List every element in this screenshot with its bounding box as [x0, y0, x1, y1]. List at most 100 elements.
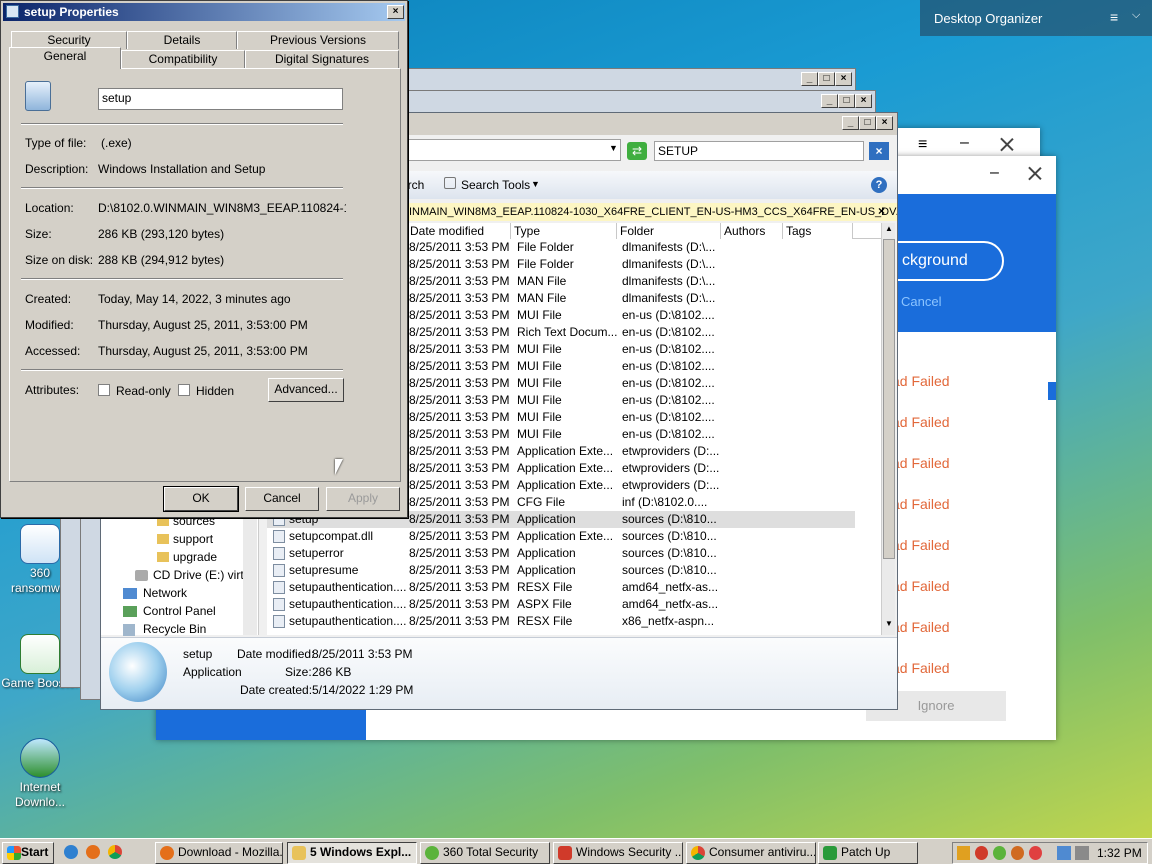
- maximize-button[interactable]: □: [818, 72, 835, 86]
- tray-block-icon[interactable]: [1029, 846, 1042, 860]
- clear-search-icon[interactable]: ×: [869, 142, 889, 160]
- scroll-thumb[interactable]: [883, 239, 895, 559]
- desktop-icon-internet-download[interactable]: Internet Downlo...: [0, 738, 80, 810]
- ie-quicklaunch-icon[interactable]: [64, 845, 78, 859]
- details-name: setup: [183, 647, 213, 661]
- clock[interactable]: 1:32 PM: [1097, 846, 1142, 860]
- nav-item-support[interactable]: support: [157, 532, 213, 546]
- tray-360-icon[interactable]: [993, 846, 1006, 860]
- search-input[interactable]: SETUP: [654, 141, 864, 161]
- column-folder[interactable]: Folder: [617, 223, 721, 239]
- type-of-file-value: (.exe): [101, 136, 132, 150]
- column-tags[interactable]: Tags: [783, 223, 853, 239]
- tray-volume-muted-icon[interactable]: [1075, 846, 1089, 860]
- help-icon[interactable]: ?: [871, 177, 887, 193]
- taskbar-button-windows-security[interactable]: Windows Security ...: [553, 842, 683, 864]
- column-authors[interactable]: Authors: [721, 223, 783, 239]
- scroll-indicator[interactable]: [1048, 382, 1056, 400]
- tab-previous-versions[interactable]: Previous Versions: [237, 31, 399, 49]
- refresh-icon[interactable]: ⇄: [627, 142, 647, 160]
- hidden-label[interactable]: Hidden: [196, 384, 234, 398]
- modified-label: Modified:: [25, 318, 74, 332]
- close-button[interactable]: ×: [855, 94, 872, 108]
- maximize-button[interactable]: □: [859, 116, 876, 130]
- tray-shield-icon[interactable]: [957, 846, 970, 860]
- file-type: MAN File: [517, 291, 567, 305]
- cancel-link[interactable]: Cancel: [901, 294, 941, 309]
- created-label: Created:: [25, 292, 72, 306]
- minimize-button[interactable]: _: [801, 72, 818, 86]
- details-date-modified: 8/25/2011 3:53 PM: [312, 647, 413, 661]
- column-type[interactable]: Type: [511, 223, 617, 239]
- nav-item-upgrade[interactable]: upgrade: [157, 550, 217, 564]
- nav-item-network[interactable]: Network: [123, 586, 187, 600]
- advanced-button[interactable]: Advanced...: [268, 378, 344, 402]
- close-icon[interactable]: [1028, 166, 1042, 180]
- start-button[interactable]: Start: [2, 842, 54, 864]
- properties-dialog[interactable]: setup Properties × Security Details Prev…: [0, 0, 408, 518]
- accessed-value: Thursday, August 25, 2011, 3:53:00 PM: [98, 344, 308, 358]
- table-row[interactable]: setupauthentication.... 8/25/2011 3:53 PM…: [267, 596, 855, 613]
- chrome-quicklaunch-icon[interactable]: [108, 845, 122, 859]
- tray-update-icon[interactable]: [1011, 846, 1024, 860]
- close-button[interactable]: ×: [387, 5, 404, 19]
- file-icon: [273, 598, 285, 611]
- table-row[interactable]: setupauthentication.... 8/25/2011 3:53 PM…: [267, 579, 855, 596]
- gauge-icon: [20, 634, 60, 674]
- taskbar-button-explorer[interactable]: 5 Windows Expl...: [287, 842, 417, 864]
- cancel-button[interactable]: Cancel: [245, 487, 319, 511]
- tray-network-icon[interactable]: [1057, 846, 1071, 860]
- apply-button[interactable]: Apply: [326, 487, 400, 511]
- close-button[interactable]: ×: [876, 116, 893, 130]
- taskbar-button-firefox[interactable]: Download - Mozilla...: [155, 842, 283, 864]
- scroll-up-arrow-icon[interactable]: ▲: [883, 224, 895, 236]
- minimize-button[interactable]: _: [821, 94, 838, 108]
- dropdown-arrow-icon[interactable]: ▼: [609, 143, 618, 153]
- maximize-button[interactable]: □: [838, 94, 855, 108]
- ok-button[interactable]: OK: [163, 486, 239, 512]
- close-icon[interactable]: [1000, 137, 1014, 151]
- table-row[interactable]: setupresume 8/25/2011 3:53 PM Application s…: [267, 562, 855, 579]
- tab-general[interactable]: General: [9, 47, 121, 69]
- nav-item-control-panel[interactable]: Control Panel: [123, 604, 216, 618]
- table-row[interactable]: setuperror 8/25/2011 3:53 PM Application so…: [267, 545, 855, 562]
- chevron-down-icon[interactable]: ⌵: [1132, 9, 1140, 22]
- tab-details[interactable]: Details: [127, 31, 237, 49]
- filename-input[interactable]: setup: [98, 88, 343, 110]
- file-folder: en-us (D:\8102....: [622, 325, 715, 339]
- table-row[interactable]: setupauthentication.... 8/25/2011 3:53 PM…: [267, 613, 855, 630]
- minimize-button[interactable]: _: [842, 116, 859, 130]
- nav-item-cd-drive[interactable]: CD Drive (E:) virtic: [135, 568, 245, 582]
- vertical-scrollbar[interactable]: ▲ ▼: [881, 223, 895, 635]
- file-icon: [273, 530, 285, 543]
- navigation-pane[interactable]: sources support upgrade CD Drive (E:) vi…: [101, 513, 259, 636]
- file-type: MUI File: [517, 342, 562, 356]
- scroll-down-arrow-icon[interactable]: ▼: [883, 619, 895, 631]
- read-only-checkbox[interactable]: [98, 384, 110, 396]
- close-icon[interactable]: ×: [878, 204, 885, 218]
- column-date-modified[interactable]: Date modified: [407, 223, 511, 239]
- nav-item-recycle-bin[interactable]: Recycle Bin: [123, 622, 206, 636]
- chevron-down-icon[interactable]: ▼: [531, 179, 540, 189]
- menu-icon[interactable]: ≡: [918, 136, 927, 154]
- table-row[interactable]: setupcompat.dll 8/25/2011 3:53 PM Applicat…: [267, 528, 855, 545]
- firefox-quicklaunch-icon[interactable]: [86, 845, 100, 859]
- search-path-bar[interactable]: INMAIN_WIN8M3_EEAP.110824-1030_X64FRE_CL…: [407, 203, 897, 221]
- read-only-label[interactable]: Read-only: [116, 384, 171, 398]
- failed-status: ad Failed: [892, 537, 950, 553]
- tab-digital-signatures[interactable]: Digital Signatures: [245, 50, 399, 68]
- hidden-checkbox[interactable]: [178, 384, 190, 396]
- minimize-icon[interactable]: –: [960, 134, 969, 152]
- taskbar-button-360[interactable]: 360 Total Security: [420, 842, 550, 864]
- file-date-modified: 8/25/2011 3:53 PM: [409, 512, 510, 526]
- tray-security-icon[interactable]: [975, 846, 988, 860]
- close-button[interactable]: ×: [835, 72, 852, 86]
- nav-scrollbar[interactable]: [243, 513, 257, 635]
- search-tools-menu[interactable]: Search Tools: [461, 178, 530, 192]
- tab-compatibility[interactable]: Compatibility: [121, 50, 245, 68]
- minimize-icon[interactable]: –: [990, 164, 999, 182]
- taskbar-button-patch-up[interactable]: Patch Up: [818, 842, 918, 864]
- taskbar-button-chrome[interactable]: Consumer antiviru...: [686, 842, 816, 864]
- file-date-modified: 8/25/2011 3:53 PM: [409, 461, 510, 475]
- menu-icon[interactable]: ≡: [1110, 9, 1118, 25]
